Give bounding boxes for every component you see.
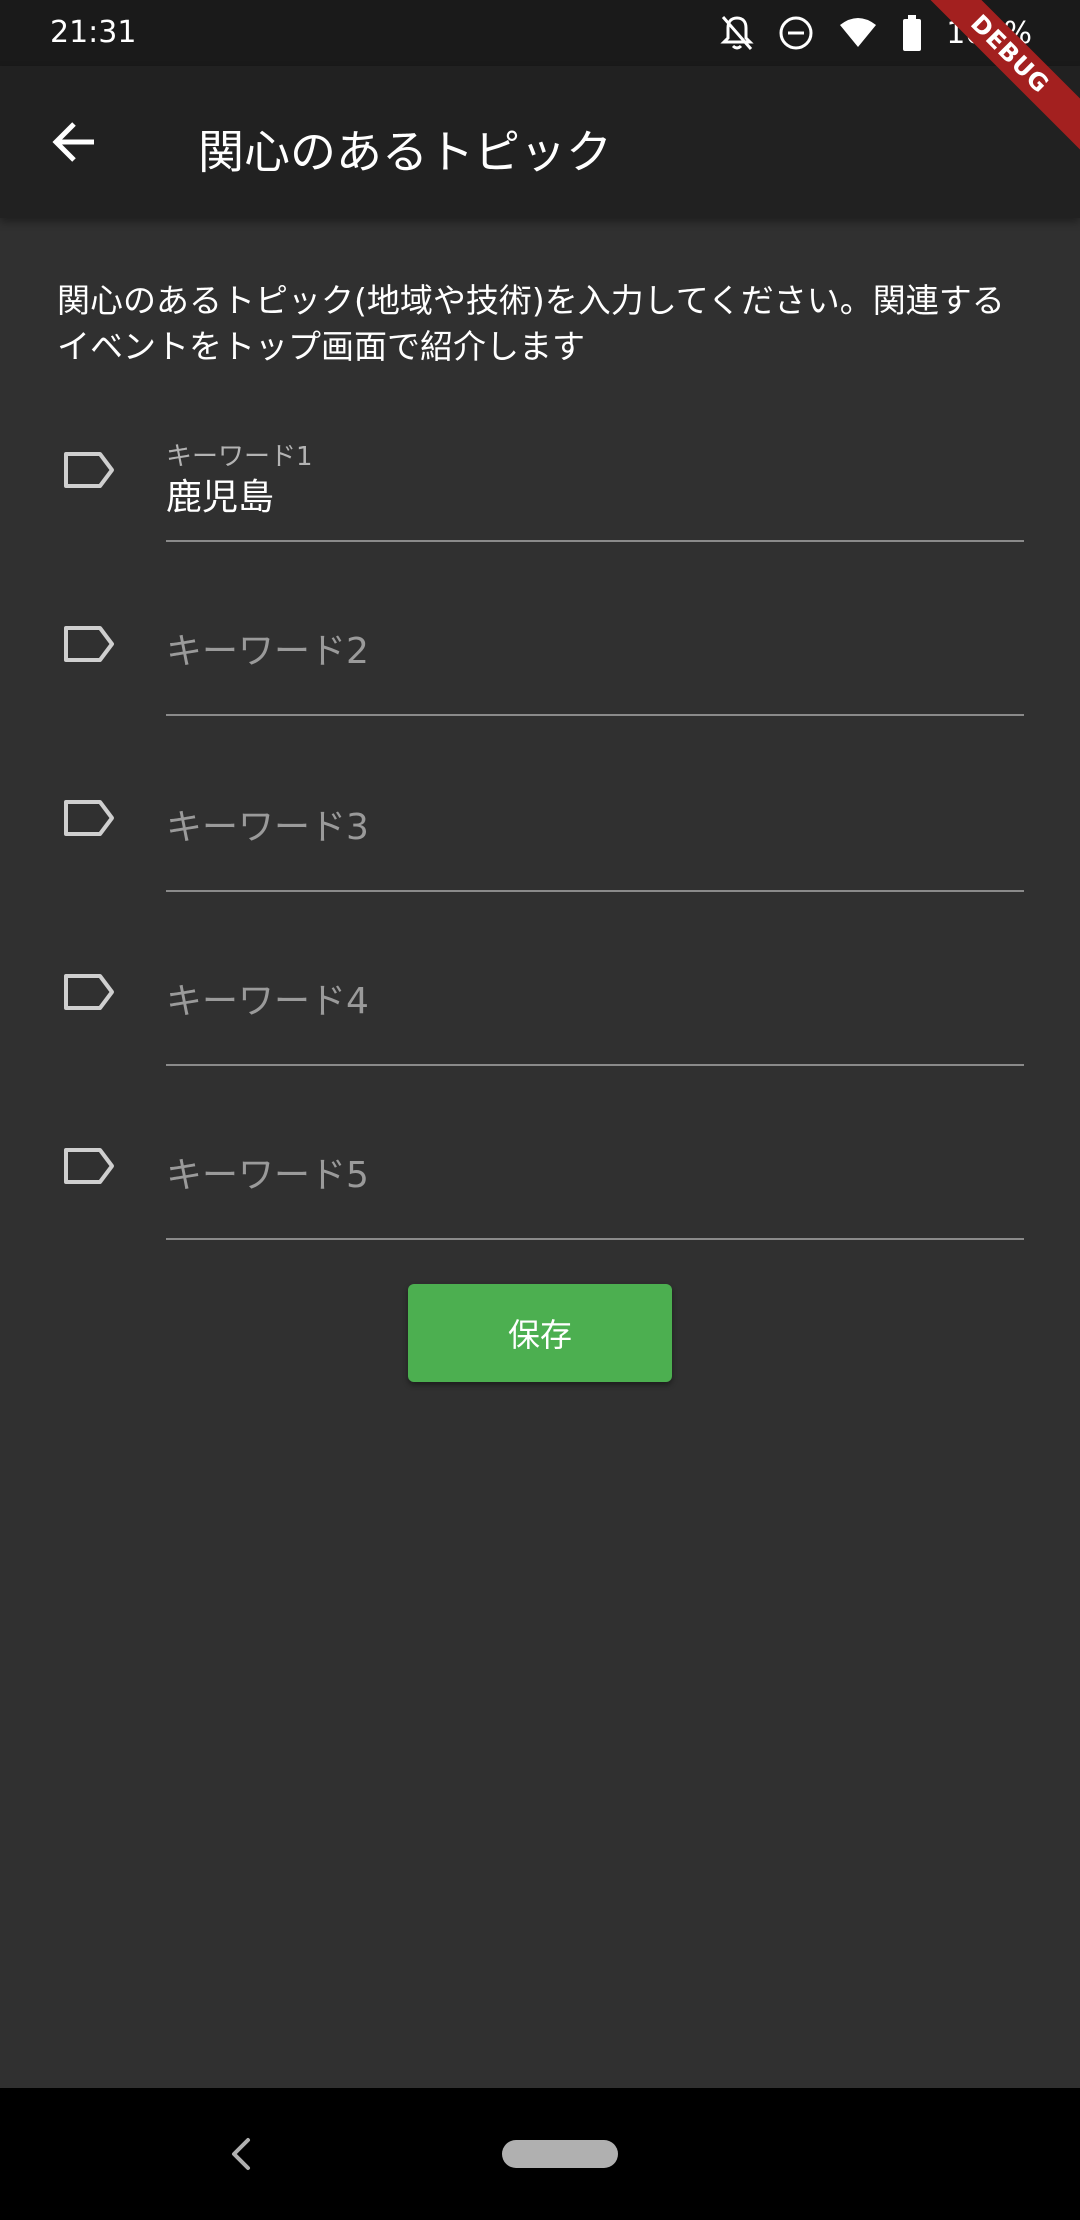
back-button[interactable]	[34, 102, 114, 182]
save-button[interactable]: 保存	[408, 1284, 672, 1382]
keyword-field-5[interactable]: キーワード5	[0, 1116, 1080, 1256]
keyword-field-3-underline	[166, 890, 1024, 892]
nav-back-icon[interactable]	[222, 2134, 258, 2174]
keyword-field-3-placeholder: キーワード3	[166, 807, 369, 848]
label-icon	[64, 1148, 114, 1184]
label-icon	[64, 452, 114, 488]
navigation-bar	[0, 2088, 1080, 2220]
page-title: 関心のあるトピック	[198, 125, 612, 179]
app-bar: 関心のあるトピック	[0, 66, 1080, 218]
keyword-field-3[interactable]: キーワード3	[0, 768, 1080, 908]
keyword-field-4-placeholder: キーワード4	[166, 981, 369, 1022]
keyword-field-5-underline	[166, 1238, 1024, 1240]
label-icon	[64, 800, 114, 836]
do-not-disturb-icon	[778, 15, 814, 51]
keyword-field-2-underline	[166, 714, 1024, 716]
description-text: 関心のあるトピック(地域や技術)を入力してください。関連するイベントをトップ画面…	[57, 281, 1005, 366]
keyword-field-1-underline	[166, 540, 1024, 542]
nav-home-pill[interactable]	[502, 2140, 618, 2168]
label-icon	[64, 626, 114, 662]
keyword-field-4[interactable]: キーワード4	[0, 942, 1080, 1082]
screen: 21:31 DEBUG 関心のあるトピック 関心のあるトピック(地域や技術)を入…	[0, 0, 1080, 2220]
keyword-field-2-placeholder: キーワード2	[166, 631, 369, 672]
arrow-back-icon	[52, 122, 94, 162]
keyword-field-1-value[interactable]: 鹿児島	[166, 468, 274, 520]
label-icon	[64, 974, 114, 1010]
keyword-field-2[interactable]: キーワード2	[0, 594, 1080, 734]
battery-icon	[902, 15, 922, 51]
status-time: 21:31	[50, 15, 137, 50]
status-bar: 21:31	[0, 0, 1080, 66]
keyword-field-4-underline	[166, 1064, 1024, 1066]
keyword-field-1[interactable]: キーワード1 鹿児島	[0, 420, 1080, 560]
notifications-off-icon	[720, 14, 754, 52]
keyword-field-5-placeholder: キーワード5	[166, 1155, 369, 1196]
wifi-icon	[838, 17, 878, 49]
